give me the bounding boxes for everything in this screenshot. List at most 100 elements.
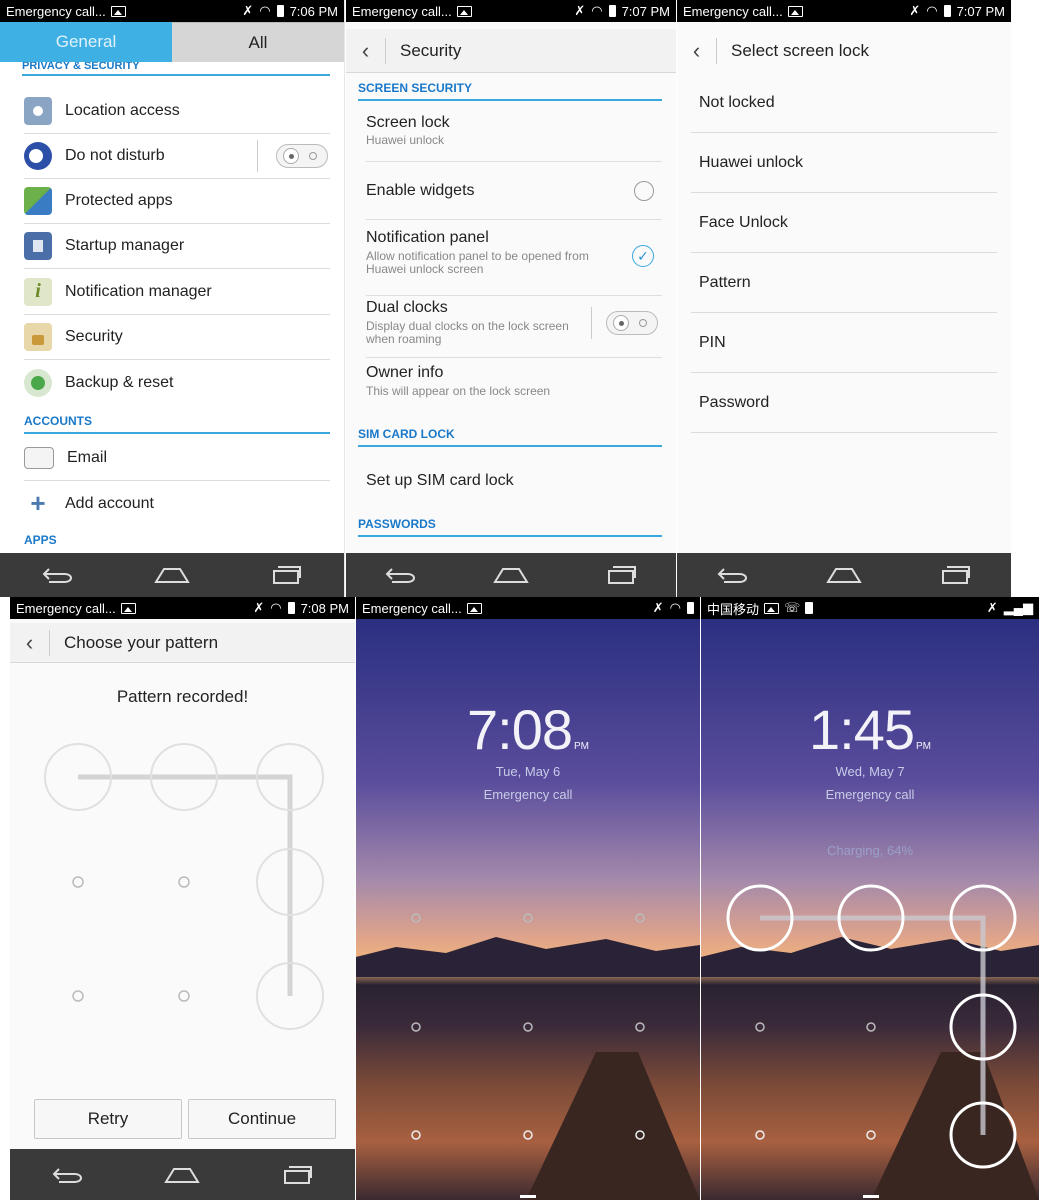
status-left-text: Emergency call... xyxy=(16,600,116,616)
divider xyxy=(257,140,258,172)
select-screen-lock-screen: Emergency call... ✗ ◠ 7:07 PM ‹ Select scr… xyxy=(677,0,1011,597)
settings-item-do-not-disturb[interactable]: Do not disturb xyxy=(24,134,330,179)
lock-option-face-unlock[interactable]: Face Unlock xyxy=(691,193,997,253)
lock-option-label: Pattern xyxy=(699,273,751,291)
settings-item-protected-apps[interactable]: Protected apps xyxy=(24,179,330,224)
continue-button[interactable]: Continue xyxy=(188,1099,336,1139)
setting-subtitle-line2: Huawei unlock screen xyxy=(366,262,484,276)
lock-option-pin[interactable]: PIN xyxy=(691,313,997,373)
do-not-disturb-toggle[interactable] xyxy=(276,144,328,168)
lock-option-label: PIN xyxy=(699,333,726,351)
status-bar: Emergency call... ✗ ◠ 7:08 PM xyxy=(10,597,355,619)
retry-button[interactable]: Retry xyxy=(34,1099,182,1139)
lock-option-label: Not locked xyxy=(699,93,775,111)
notification-panel-checkbox[interactable]: ✓ xyxy=(632,245,654,267)
lock-option-password[interactable]: Password xyxy=(691,373,997,433)
tab-bar: General All xyxy=(0,22,344,62)
setting-sim-card-lock[interactable]: Set up SIM card lock xyxy=(366,452,662,510)
lock-option-huawei-unlock[interactable]: Huawei unlock xyxy=(691,133,997,193)
pattern-grid[interactable] xyxy=(10,717,355,1117)
setting-screen-lock[interactable]: Screen lock Huawei unlock xyxy=(366,114,662,162)
battery-icon xyxy=(943,5,951,17)
location-pin-icon xyxy=(24,97,52,125)
bottom-handle xyxy=(863,1195,879,1198)
status-bar: Emergency call... ✗ ◠ 7:07 PM xyxy=(677,0,1011,22)
recents-nav-icon[interactable] xyxy=(940,565,972,585)
settings-item-notification-manager[interactable]: i Notification manager xyxy=(24,269,330,315)
pattern-node xyxy=(755,1022,765,1032)
settings-item-startup-manager[interactable]: Startup manager xyxy=(24,224,330,269)
back-chevron-icon[interactable]: ‹ xyxy=(10,629,50,656)
setting-title: Owner info xyxy=(366,364,444,381)
pattern-node xyxy=(72,990,84,1002)
image-notification-icon xyxy=(110,5,126,17)
backup-icon xyxy=(24,368,52,397)
setting-owner-info[interactable]: Owner info This will appear on the lock … xyxy=(366,364,662,412)
mute-icon: ✗ xyxy=(253,600,265,615)
status-time: 7:07 PM xyxy=(621,3,670,19)
setting-notification-panel[interactable]: Notification panel Allow notification pa… xyxy=(366,229,662,296)
back-nav-icon[interactable] xyxy=(716,565,748,585)
status-time: 7:07 PM xyxy=(956,3,1005,19)
toggle-knob xyxy=(283,148,299,164)
tab-all[interactable]: All xyxy=(172,22,344,62)
back-nav-icon[interactable] xyxy=(51,1165,83,1185)
recents-nav-icon[interactable] xyxy=(606,565,638,585)
setting-title: Enable widgets xyxy=(366,181,475,199)
settings-screen: Emergency call... ✗ ◠ 7:06 PM General All … xyxy=(0,0,345,597)
settings-item-label: Startup manager xyxy=(65,237,185,254)
settings-item-label: Security xyxy=(65,328,123,345)
account-item-email[interactable]: Email xyxy=(24,436,330,481)
bottom-handle xyxy=(520,1195,536,1198)
unlock-pattern-grid[interactable] xyxy=(356,597,700,1200)
setting-enable-widgets[interactable]: Enable widgets xyxy=(366,162,662,220)
status-time: 7:08 PM xyxy=(300,600,349,616)
continue-button-label: Continue xyxy=(227,1109,297,1128)
home-nav-icon[interactable] xyxy=(164,1165,201,1185)
setting-title: Notification panel xyxy=(366,229,489,246)
home-nav-icon[interactable] xyxy=(826,565,862,585)
info-icon: i xyxy=(24,277,52,306)
recents-nav-icon[interactable] xyxy=(271,565,303,585)
settings-item-label: Notification manager xyxy=(65,282,212,300)
pattern-node xyxy=(866,1130,876,1140)
dual-clocks-toggle[interactable] xyxy=(606,311,658,335)
status-time: 7:06 PM xyxy=(289,3,338,19)
image-notification-icon xyxy=(120,602,136,614)
settings-item-security[interactable]: Security xyxy=(24,315,330,360)
back-chevron-icon[interactable]: ‹ xyxy=(677,38,717,64)
back-chevron-icon[interactable]: ‹ xyxy=(346,37,386,64)
toggle-knob xyxy=(613,315,629,331)
settings-item-location[interactable]: Location access xyxy=(24,89,330,134)
account-item-label: Add account xyxy=(65,494,154,512)
setting-dual-clocks[interactable]: Dual clocks Display dual clocks on the l… xyxy=(366,299,662,358)
back-nav-icon[interactable] xyxy=(384,565,416,585)
unlock-pattern-grid[interactable] xyxy=(701,597,1039,1200)
recents-nav-icon[interactable] xyxy=(282,1165,314,1185)
home-nav-icon[interactable] xyxy=(154,565,190,585)
account-item-add-account[interactable]: + Add account xyxy=(24,481,330,526)
lock-screen-drawing: 中国移动 ☏ ✗ ▂▄▆ 1:45 PM Wed, May 7 Emergency c… xyxy=(701,597,1039,1200)
lock-option-label: Password xyxy=(699,393,770,411)
lock-option-not-locked[interactable]: Not locked xyxy=(691,73,997,133)
pattern-node xyxy=(72,876,84,888)
settings-item-label: Protected apps xyxy=(65,192,173,209)
pattern-node xyxy=(178,876,190,888)
home-nav-icon[interactable] xyxy=(493,565,529,585)
back-nav-icon[interactable] xyxy=(41,565,73,585)
tab-general[interactable]: General xyxy=(0,22,172,62)
section-sim-card-lock: SIM CARD LOCK xyxy=(358,427,662,447)
section-passwords: PASSWORDS xyxy=(358,517,662,537)
setting-title: Set up SIM card lock xyxy=(366,472,514,489)
wifi-icon: ◠ xyxy=(259,3,271,18)
pattern-node xyxy=(635,1022,645,1032)
page-title: Select screen lock xyxy=(731,41,869,60)
section-accounts: ACCOUNTS xyxy=(24,414,330,434)
settings-item-backup-reset[interactable]: Backup & reset xyxy=(24,360,330,405)
widgets-checkbox[interactable] xyxy=(634,180,654,201)
section-screen-security: SCREEN SECURITY xyxy=(358,81,662,101)
toggle-off-indicator xyxy=(309,152,317,160)
pattern-node xyxy=(411,1022,421,1032)
mute-icon: ✗ xyxy=(574,3,586,18)
lock-option-pattern[interactable]: Pattern xyxy=(691,253,997,313)
